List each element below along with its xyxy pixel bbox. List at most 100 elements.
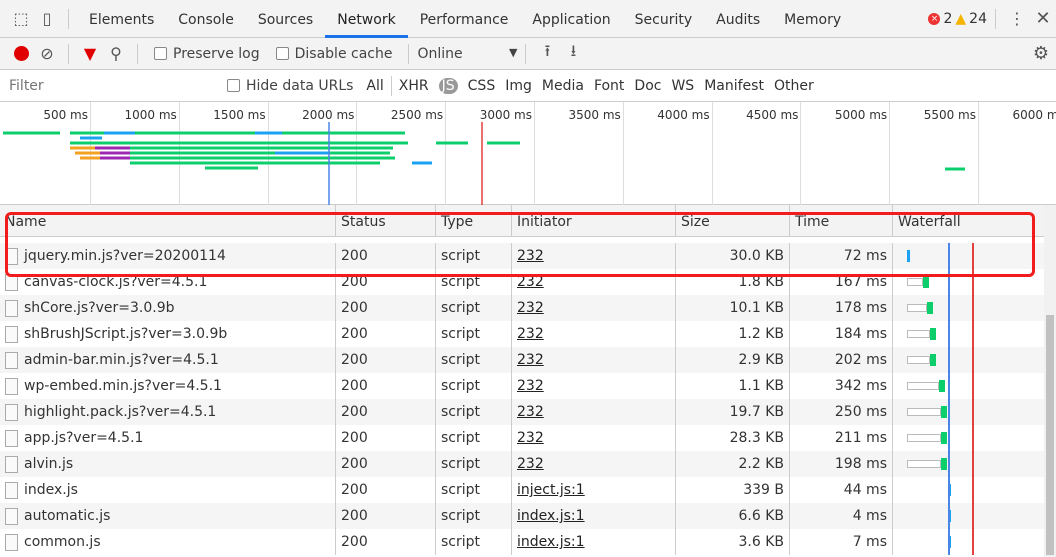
- request-name: jquery.min.js?ver=20200114: [24, 248, 226, 264]
- initiator-link[interactable]: index.js:1: [517, 534, 585, 550]
- load-line: [972, 425, 974, 451]
- tab-application[interactable]: Application: [520, 0, 622, 38]
- tab-performance[interactable]: Performance: [408, 0, 521, 38]
- domcontentloaded-line: [948, 243, 950, 269]
- more-menu-icon[interactable]: ⋮: [1004, 6, 1030, 32]
- cell-initiator: index.js:1: [512, 503, 676, 529]
- scrollbar-thumb[interactable]: [1046, 315, 1054, 555]
- initiator-link[interactable]: 232: [517, 430, 544, 446]
- tab-memory[interactable]: Memory: [772, 0, 853, 38]
- hide-data-urls-checkbox[interactable]: Hide data URLs: [227, 78, 353, 94]
- filter-type-xhr[interactable]: XHR: [399, 78, 429, 94]
- tab-elements[interactable]: Elements: [77, 0, 166, 38]
- filter-type-manifest[interactable]: Manifest: [704, 78, 764, 94]
- script-file-icon: [5, 481, 18, 499]
- table-row[interactable]: app.js?ver=4.5.1 200 script 232 28.3 KB …: [0, 425, 1044, 451]
- tab-network[interactable]: Network: [325, 0, 408, 38]
- cell-status: 200: [336, 451, 436, 477]
- filter-type-js[interactable]: JS: [438, 77, 458, 94]
- request-name: shBrushJScript.js?ver=3.0.9b: [24, 326, 228, 342]
- script-file-icon: [5, 533, 18, 551]
- cell-waterfall: [893, 243, 1044, 269]
- column-status[interactable]: Status: [336, 205, 436, 236]
- initiator-link[interactable]: 232: [517, 404, 544, 420]
- filter-input[interactable]: [4, 73, 209, 98]
- cell-size: 1.1 KB: [676, 373, 790, 399]
- table-row[interactable]: automatic.js 200 script index.js:1 6.6 K…: [0, 503, 1044, 529]
- column-size[interactable]: Size: [676, 205, 790, 236]
- initiator-link[interactable]: index.js:1: [517, 508, 585, 524]
- filter-type-font[interactable]: Font: [594, 78, 624, 94]
- initiator-link[interactable]: 232: [517, 456, 544, 472]
- cell-initiator: index.js:1: [512, 529, 676, 555]
- table-row[interactable]: index.js 200 script inject.js:1 339 B 44…: [0, 477, 1044, 503]
- column-type[interactable]: Type: [436, 205, 512, 236]
- timeline-overview[interactable]: 500 ms 1000 ms 1500 ms 2000 ms 2500 ms 3000 m…: [0, 102, 1056, 205]
- export-har-icon[interactable]: ⭳: [560, 41, 586, 67]
- column-waterfall[interactable]: Waterfall: [893, 205, 1044, 236]
- settings-gear-icon[interactable]: ⚙: [1028, 41, 1054, 67]
- filter-type-css[interactable]: CSS: [468, 78, 496, 94]
- initiator-link[interactable]: 232: [517, 378, 544, 394]
- filter-type-img[interactable]: Img: [505, 78, 532, 94]
- cell-name: admin-bar.min.js?ver=4.5.1: [0, 347, 336, 373]
- filter-type-all[interactable]: All: [366, 78, 383, 94]
- cell-type: script: [436, 477, 512, 503]
- table-row[interactable]: highlight.pack.js?ver=4.5.1 200 script 2…: [0, 399, 1044, 425]
- table-row[interactable]: wp-embed.min.js?ver=4.5.1 200 script 232…: [0, 373, 1044, 399]
- domcontentloaded-line: [948, 399, 950, 425]
- search-icon[interactable]: ⚲: [103, 41, 129, 67]
- initiator-link[interactable]: 232: [517, 274, 544, 290]
- clear-icon[interactable]: ⊘: [34, 41, 60, 67]
- disable-cache-checkbox[interactable]: Disable cache: [275, 46, 392, 62]
- request-name: wp-embed.min.js?ver=4.5.1: [24, 378, 222, 394]
- filter-type-other[interactable]: Other: [774, 78, 814, 94]
- request-name: alvin.js: [24, 456, 74, 472]
- request-name: app.js?ver=4.5.1: [24, 430, 144, 446]
- column-initiator[interactable]: Initiator: [512, 205, 676, 236]
- initiator-link[interactable]: inject.js:1: [517, 482, 585, 498]
- table-scrollbar[interactable]: [1044, 205, 1056, 557]
- inspect-element-icon[interactable]: ⬚: [8, 6, 34, 32]
- warning-icon: ▲: [955, 10, 967, 27]
- waterfall-wait-bar: [907, 434, 941, 442]
- column-name[interactable]: Name: [0, 205, 336, 236]
- preserve-log-checkbox[interactable]: Preserve log: [154, 46, 260, 62]
- initiator-link[interactable]: 232: [517, 300, 544, 316]
- cell-initiator: 232: [512, 399, 676, 425]
- table-row[interactable]: canvas-clock.js?ver=4.5.1 200 script 232…: [0, 269, 1044, 295]
- initiator-link[interactable]: 232: [517, 248, 544, 264]
- tab-sources[interactable]: Sources: [246, 0, 325, 38]
- import-har-icon[interactable]: ⭱: [534, 41, 560, 67]
- table-row[interactable]: jquery.min.js?ver=20200114 200 script 23…: [0, 243, 1044, 269]
- filter-icon[interactable]: ▼: [77, 41, 103, 67]
- table-row[interactable]: common.js 200 script index.js:1 3.6 KB 7…: [0, 529, 1044, 555]
- load-line: [972, 529, 974, 555]
- initiator-link[interactable]: 232: [517, 326, 544, 342]
- cell-time: 342 ms: [790, 373, 893, 399]
- warning-count: 24: [969, 10, 987, 27]
- table-row[interactable]: alvin.js 200 script 232 2.2 KB 198 ms: [0, 451, 1044, 477]
- initiator-link[interactable]: 232: [517, 352, 544, 368]
- table-row[interactable]: admin-bar.min.js?ver=4.5.1 200 script 23…: [0, 347, 1044, 373]
- filter-type-media[interactable]: Media: [542, 78, 584, 94]
- filter-type-ws[interactable]: WS: [671, 78, 694, 94]
- waterfall-bar: [907, 250, 910, 262]
- column-time[interactable]: Time: [790, 205, 893, 236]
- tab-audits[interactable]: Audits: [704, 0, 772, 38]
- filter-type-doc[interactable]: Doc: [634, 78, 661, 94]
- device-toolbar-icon[interactable]: ▯: [34, 6, 60, 32]
- cell-size: 2.9 KB: [676, 347, 790, 373]
- waterfall-bar: [927, 302, 933, 314]
- issue-counts[interactable]: × 2 ▲ 24: [928, 11, 987, 27]
- record-button[interactable]: [8, 41, 34, 67]
- tab-security[interactable]: Security: [623, 0, 705, 38]
- script-file-icon: [5, 507, 18, 525]
- table-row[interactable]: shCore.js?ver=3.0.9b 200 script 232 10.1…: [0, 295, 1044, 321]
- throttling-select[interactable]: Online ▼: [417, 46, 517, 62]
- tab-console[interactable]: Console: [166, 0, 246, 38]
- script-file-icon: [5, 377, 18, 395]
- table-row[interactable]: shBrushJScript.js?ver=3.0.9b 200 script …: [0, 321, 1044, 347]
- filter-bar: Hide data URLs All XHR JS CSS Img Media …: [0, 70, 1056, 102]
- close-icon[interactable]: ✕: [1030, 6, 1056, 32]
